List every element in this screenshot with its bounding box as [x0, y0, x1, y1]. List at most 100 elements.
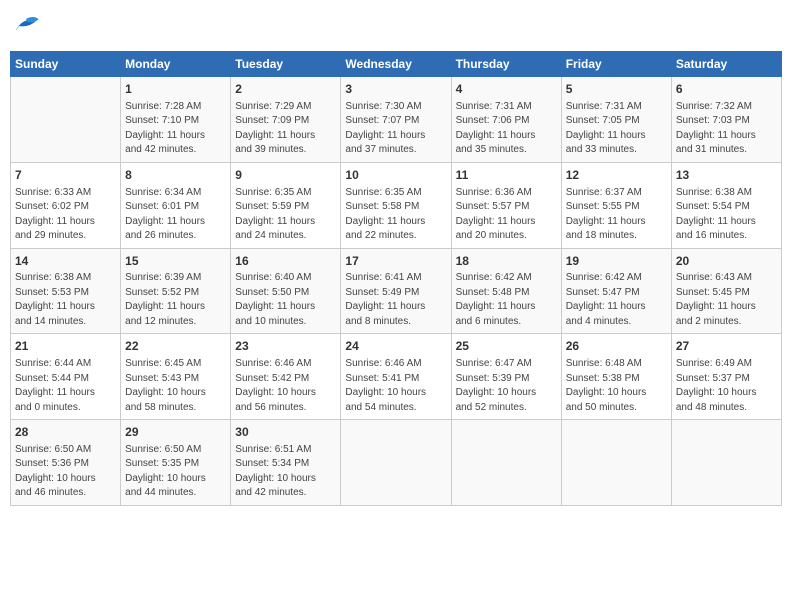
- header-friday: Friday: [561, 52, 671, 77]
- day-info: Sunrise: 6:34 AM Sunset: 6:01 PM Dayligh…: [125, 186, 226, 244]
- day-number: 13: [676, 167, 777, 184]
- day-info: Sunrise: 6:48 AM Sunset: 5:38 PM Dayligh…: [566, 357, 667, 415]
- day-cell: 28 Sunrise: 6:50 AM Sunset: 5:36 PM Dayli…: [11, 420, 121, 506]
- day-cell: 29 Sunrise: 6:50 AM Sunset: 5:35 PM Dayli…: [121, 420, 231, 506]
- page-header: [10, 10, 782, 43]
- day-cell: 26 Sunrise: 6:48 AM Sunset: 5:38 PM Dayli…: [561, 334, 671, 420]
- day-cell: 24Sunrise: 6:46 AM Sunset: 5:41 PM Dayli…: [341, 334, 451, 420]
- day-number: 12: [566, 167, 667, 184]
- day-number: 11: [456, 167, 557, 184]
- day-cell: 11 Sunrise: 6:36 AM Sunset: 5:57 PM Dayli…: [451, 162, 561, 248]
- day-number: 28: [15, 424, 116, 441]
- day-cell: 2 Sunrise: 7:29 AM Sunset: 7:09 PM Daylig…: [231, 77, 341, 163]
- day-cell: [561, 420, 671, 506]
- day-number: 30: [235, 424, 336, 441]
- day-info: Sunrise: 6:41 AM Sunset: 5:49 PM Dayligh…: [345, 271, 446, 329]
- day-cell: 3 Sunrise: 7:30 AM Sunset: 7:07 PM Daylig…: [341, 77, 451, 163]
- day-info: Sunrise: 6:42 AM Sunset: 5:47 PM Dayligh…: [566, 271, 667, 329]
- day-info: Sunrise: 6:35 AM Sunset: 5:59 PM Dayligh…: [235, 186, 336, 244]
- day-cell: 25 Sunrise: 6:47 AM Sunset: 5:39 PM Dayli…: [451, 334, 561, 420]
- day-info: Sunrise: 6:50 AM Sunset: 5:35 PM Dayligh…: [125, 443, 226, 501]
- day-number: 22: [125, 338, 226, 355]
- day-info: Sunrise: 6:35 AM Sunset: 5:58 PM Dayligh…: [345, 186, 446, 244]
- day-info: Sunrise: 6:50 AM Sunset: 5:36 PM Dayligh…: [15, 443, 116, 501]
- day-number: 17: [345, 253, 446, 270]
- day-info: Sunrise: 7:30 AM Sunset: 7:07 PM Dayligh…: [345, 100, 446, 158]
- day-info: Sunrise: 6:36 AM Sunset: 5:57 PM Dayligh…: [456, 186, 557, 244]
- day-number: 18: [456, 253, 557, 270]
- day-cell: 14Sunrise: 6:38 AM Sunset: 5:53 PM Dayli…: [11, 248, 121, 334]
- day-number: 19: [566, 253, 667, 270]
- day-info: Sunrise: 6:49 AM Sunset: 5:37 PM Dayligh…: [676, 357, 777, 415]
- day-cell: 19Sunrise: 6:42 AM Sunset: 5:47 PM Dayli…: [561, 248, 671, 334]
- day-info: Sunrise: 6:42 AM Sunset: 5:48 PM Dayligh…: [456, 271, 557, 329]
- day-info: Sunrise: 6:43 AM Sunset: 5:45 PM Dayligh…: [676, 271, 777, 329]
- day-number: 20: [676, 253, 777, 270]
- day-cell: 10 Sunrise: 6:35 AM Sunset: 5:58 PM Dayli…: [341, 162, 451, 248]
- day-number: 23: [235, 338, 336, 355]
- day-info: Sunrise: 6:38 AM Sunset: 5:53 PM Dayligh…: [15, 271, 116, 329]
- day-info: Sunrise: 7:31 AM Sunset: 7:06 PM Dayligh…: [456, 100, 557, 158]
- day-cell: 15Sunrise: 6:39 AM Sunset: 5:52 PM Dayli…: [121, 248, 231, 334]
- header-thursday: Thursday: [451, 52, 561, 77]
- day-number: 25: [456, 338, 557, 355]
- logo-icon: [12, 10, 40, 38]
- day-info: Sunrise: 6:39 AM Sunset: 5:52 PM Dayligh…: [125, 271, 226, 329]
- header-saturday: Saturday: [671, 52, 781, 77]
- day-info: Sunrise: 6:51 AM Sunset: 5:34 PM Dayligh…: [235, 443, 336, 501]
- day-cell: 7 Sunrise: 6:33 AM Sunset: 6:02 PM Daylig…: [11, 162, 121, 248]
- day-cell: 6Sunrise: 7:32 AM Sunset: 7:03 PM Daylig…: [671, 77, 781, 163]
- day-info: Sunrise: 6:47 AM Sunset: 5:39 PM Dayligh…: [456, 357, 557, 415]
- day-number: 27: [676, 338, 777, 355]
- day-cell: 18Sunrise: 6:42 AM Sunset: 5:48 PM Dayli…: [451, 248, 561, 334]
- day-number: 24: [345, 338, 446, 355]
- day-cell: [671, 420, 781, 506]
- day-number: 15: [125, 253, 226, 270]
- day-cell: 17Sunrise: 6:41 AM Sunset: 5:49 PM Dayli…: [341, 248, 451, 334]
- header-tuesday: Tuesday: [231, 52, 341, 77]
- day-number: 3: [345, 81, 446, 98]
- day-cell: [341, 420, 451, 506]
- calendar-header-row: SundayMondayTuesdayWednesdayThursdayFrid…: [11, 52, 782, 77]
- day-info: Sunrise: 6:33 AM Sunset: 6:02 PM Dayligh…: [15, 186, 116, 244]
- day-cell: [451, 420, 561, 506]
- week-row-2: 7 Sunrise: 6:33 AM Sunset: 6:02 PM Daylig…: [11, 162, 782, 248]
- day-cell: [11, 77, 121, 163]
- day-number: 29: [125, 424, 226, 441]
- day-number: 8: [125, 167, 226, 184]
- logo: [10, 10, 40, 43]
- day-number: 2: [235, 81, 336, 98]
- day-cell: 16Sunrise: 6:40 AM Sunset: 5:50 PM Dayli…: [231, 248, 341, 334]
- day-info: Sunrise: 6:38 AM Sunset: 5:54 PM Dayligh…: [676, 186, 777, 244]
- day-info: Sunrise: 6:40 AM Sunset: 5:50 PM Dayligh…: [235, 271, 336, 329]
- day-info: Sunrise: 7:28 AM Sunset: 7:10 PM Dayligh…: [125, 100, 226, 158]
- day-cell: 13 Sunrise: 6:38 AM Sunset: 5:54 PM Dayli…: [671, 162, 781, 248]
- day-info: Sunrise: 6:45 AM Sunset: 5:43 PM Dayligh…: [125, 357, 226, 415]
- day-cell: 22 Sunrise: 6:45 AM Sunset: 5:43 PM Dayli…: [121, 334, 231, 420]
- day-info: Sunrise: 6:44 AM Sunset: 5:44 PM Dayligh…: [15, 357, 116, 415]
- day-number: 7: [15, 167, 116, 184]
- header-sunday: Sunday: [11, 52, 121, 77]
- day-cell: 27 Sunrise: 6:49 AM Sunset: 5:37 PM Dayli…: [671, 334, 781, 420]
- week-row-4: 21 Sunrise: 6:44 AM Sunset: 5:44 PM Dayli…: [11, 334, 782, 420]
- day-number: 21: [15, 338, 116, 355]
- calendar-table: SundayMondayTuesdayWednesdayThursdayFrid…: [10, 51, 782, 506]
- day-info: Sunrise: 7:29 AM Sunset: 7:09 PM Dayligh…: [235, 100, 336, 158]
- day-cell: 4 Sunrise: 7:31 AM Sunset: 7:06 PM Daylig…: [451, 77, 561, 163]
- day-number: 26: [566, 338, 667, 355]
- week-row-1: 1 Sunrise: 7:28 AM Sunset: 7:10 PM Daylig…: [11, 77, 782, 163]
- day-info: Sunrise: 6:46 AM Sunset: 5:42 PM Dayligh…: [235, 357, 336, 415]
- day-info: Sunrise: 7:31 AM Sunset: 7:05 PM Dayligh…: [566, 100, 667, 158]
- day-number: 10: [345, 167, 446, 184]
- day-cell: 1 Sunrise: 7:28 AM Sunset: 7:10 PM Daylig…: [121, 77, 231, 163]
- week-row-5: 28 Sunrise: 6:50 AM Sunset: 5:36 PM Dayli…: [11, 420, 782, 506]
- day-cell: 30 Sunrise: 6:51 AM Sunset: 5:34 PM Dayli…: [231, 420, 341, 506]
- header-monday: Monday: [121, 52, 231, 77]
- day-number: 16: [235, 253, 336, 270]
- day-cell: 12Sunrise: 6:37 AM Sunset: 5:55 PM Dayli…: [561, 162, 671, 248]
- day-cell: 23 Sunrise: 6:46 AM Sunset: 5:42 PM Dayli…: [231, 334, 341, 420]
- day-info: Sunrise: 7:32 AM Sunset: 7:03 PM Dayligh…: [676, 100, 777, 158]
- day-number: 9: [235, 167, 336, 184]
- day-number: 4: [456, 81, 557, 98]
- day-number: 1: [125, 81, 226, 98]
